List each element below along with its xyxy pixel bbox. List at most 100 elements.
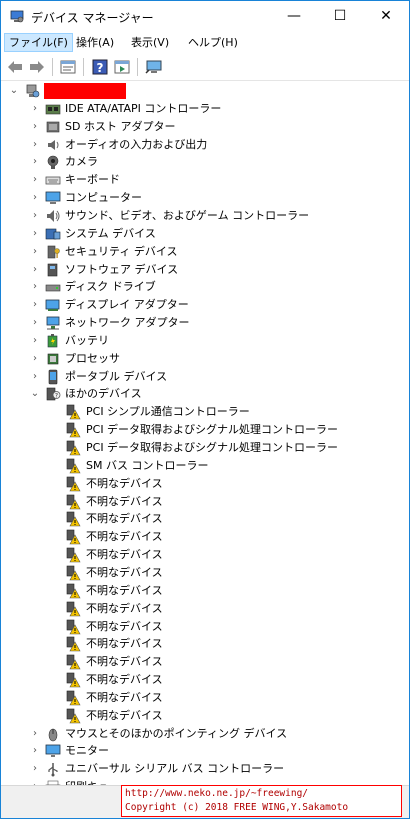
tree-device[interactable]: 不明なデバイス — [1, 546, 409, 564]
tree-category[interactable]: › システム デバイス — [1, 225, 409, 243]
window-title: デバイス マネージャー — [31, 11, 154, 25]
tree-device-label: 不明なデバイス — [86, 619, 163, 633]
minimize-button[interactable]: — — [271, 1, 317, 31]
tree-category-label: ネットワーク アダプター — [65, 316, 190, 330]
tree-category[interactable]: › マウスとそのほかのポインティング デバイス — [1, 725, 409, 743]
expand-chevron-icon[interactable]: › — [30, 281, 40, 293]
tree-category[interactable]: ⌄? ほかのデバイス — [1, 385, 409, 403]
tree-category[interactable]: › モニター — [1, 742, 409, 760]
warning-device-icon — [66, 565, 81, 581]
system-device-icon — [45, 228, 61, 240]
close-button[interactable]: ✕ — [363, 1, 409, 31]
tree-category[interactable]: › ディスプレイ アダプター — [1, 296, 409, 314]
expand-chevron-icon[interactable]: › — [30, 228, 40, 240]
expand-chevron-icon[interactable]: › — [30, 299, 40, 311]
tree-category[interactable]: › プロセッサ — [1, 350, 409, 368]
tree-device[interactable]: 不明なデバイス — [1, 635, 409, 653]
expand-chevron-icon[interactable]: › — [30, 763, 40, 775]
tree-category[interactable]: › ユニバーサル シリアル バス コントローラー — [1, 760, 409, 778]
expand-chevron-icon[interactable]: › — [30, 156, 40, 168]
tree-category[interactable]: › サウンド、ビデオ、およびゲーム コントローラー — [1, 207, 409, 225]
tree-category[interactable]: › バッテリ — [1, 332, 409, 350]
tree-category-label: マウスとそのほかのポインティング デバイス — [65, 726, 288, 740]
tree-device[interactable]: 不明なデバイス — [1, 671, 409, 689]
title-bar[interactable]: デバイス マネージャー — ☐ ✕ — [1, 1, 409, 31]
tree-category[interactable]: › コンピューター — [1, 189, 409, 207]
expand-chevron-icon[interactable]: › — [30, 728, 40, 740]
tree-category[interactable]: › セキュリティ デバイス — [1, 243, 409, 261]
tree-device[interactable]: 不明なデバイス — [1, 653, 409, 671]
toolbar: ? — [1, 53, 409, 81]
tree-category[interactable]: › IDE ATA/ATAPI コントローラー — [1, 100, 409, 118]
menu-help[interactable]: ヘルプ(H) — [184, 33, 242, 52]
menu-file[interactable]: ファイル(F) — [4, 33, 73, 52]
tree-device[interactable]: 不明なデバイス — [1, 493, 409, 511]
tree-category[interactable]: › ディスク ドライブ — [1, 278, 409, 296]
tree-device[interactable]: PCI シンプル通信コントローラー — [1, 403, 409, 421]
tree-device[interactable]: 不明なデバイス — [1, 582, 409, 600]
copyright-overlay: http://www.neko.ne.jp/~freewing/ Copyrig… — [121, 785, 402, 817]
tree-category-label: カメラ — [65, 155, 98, 169]
tree-category[interactable]: › ネットワーク アダプター — [1, 314, 409, 332]
menu-action[interactable]: 操作(A) — [72, 33, 118, 52]
expand-chevron-icon[interactable]: › — [30, 210, 40, 222]
expand-chevron-icon[interactable]: › — [30, 745, 40, 757]
warning-device-icon — [66, 476, 81, 491]
expand-chevron-icon[interactable]: › — [30, 264, 40, 276]
tree-device[interactable]: 不明なデバイス — [1, 600, 409, 618]
back-arrow-icon[interactable] — [6, 58, 24, 76]
tree-category[interactable]: › ポータブル デバイス — [1, 368, 409, 386]
tree-category-label: システム デバイス — [65, 226, 156, 240]
expand-chevron-icon[interactable]: › — [30, 192, 40, 204]
tree-device[interactable]: 不明なデバイス — [1, 510, 409, 528]
tree-device[interactable]: PCI データ取得およびシグナル処理コントローラー — [1, 439, 409, 457]
device-tree[interactable]: ⌄ ████████████ › IDE ATA/ATAPI コントローラー › SD ホ… — [1, 82, 409, 785]
device-manager-icon — [10, 10, 24, 23]
tree-category[interactable]: › キーボード — [1, 171, 409, 189]
tree-category-label: サウンド、ビデオ、およびゲーム コントローラー — [65, 208, 310, 222]
collapse-chevron-icon[interactable]: ⌄ — [30, 388, 40, 400]
help-icon[interactable]: ? — [91, 58, 109, 76]
menu-view[interactable]: 表示(V) — [127, 33, 173, 52]
expand-chevron-icon[interactable]: › — [30, 103, 40, 115]
tree-device-label: 不明なデバイス — [86, 637, 163, 651]
tree-device-label: 不明なデバイス — [86, 494, 163, 508]
tree-device-label: 不明なデバイス — [86, 655, 163, 669]
warning-device-icon — [66, 440, 81, 456]
tree-category[interactable]: ›印刷キュー — [1, 778, 409, 785]
expand-chevron-icon[interactable]: › — [30, 371, 40, 383]
tree-category[interactable]: › カメラ — [1, 153, 409, 171]
tree-category[interactable]: › SD ホスト アダプター — [1, 118, 409, 136]
tree-category[interactable]: › ソフトウェア デバイス — [1, 261, 409, 279]
toolbar-separator — [137, 58, 138, 76]
expand-chevron-icon[interactable]: › — [30, 246, 40, 258]
svg-text:?: ? — [97, 61, 104, 75]
tree-device[interactable]: 不明なデバイス — [1, 707, 409, 725]
mouse-icon — [48, 728, 58, 741]
tree-root[interactable]: ⌄ ████████████ — [1, 82, 409, 100]
tree-category[interactable]: › オーディオの入力および出力 — [1, 136, 409, 154]
tree-device[interactable]: 不明なデバイス — [1, 475, 409, 493]
tree-device[interactable]: SM バス コントローラー — [1, 457, 409, 475]
collapse-chevron-icon[interactable]: ⌄ — [9, 85, 19, 97]
copyright-notice: Copyright (c) 2018 FREE WING,Y.Sakamoto — [125, 802, 349, 813]
tree-category-label: バッテリ — [65, 333, 109, 347]
expand-chevron-icon[interactable]: › — [30, 353, 40, 365]
forward-arrow-icon[interactable] — [28, 58, 46, 76]
tree-device[interactable]: 不明なデバイス — [1, 564, 409, 582]
expand-chevron-icon[interactable]: › — [30, 139, 40, 151]
maximize-button[interactable]: ☐ — [317, 1, 363, 31]
tree-category-label: コンピューター — [65, 191, 142, 205]
monitor-scan-icon[interactable] — [145, 58, 163, 76]
tree-device[interactable]: 不明なデバイス — [1, 528, 409, 546]
expand-chevron-icon[interactable]: › — [30, 335, 40, 347]
tree-device[interactable]: PCI データ取得およびシグナル処理コントローラー — [1, 421, 409, 439]
action-pane-icon[interactable] — [113, 58, 131, 76]
expand-chevron-icon[interactable]: › — [30, 174, 40, 186]
warning-device-icon — [66, 637, 81, 652]
expand-chevron-icon[interactable]: › — [30, 317, 40, 329]
expand-chevron-icon[interactable]: › — [30, 121, 40, 133]
properties-icon[interactable] — [59, 58, 77, 76]
tree-device[interactable]: 不明なデバイス — [1, 618, 409, 636]
tree-device[interactable]: 不明なデバイス — [1, 689, 409, 707]
